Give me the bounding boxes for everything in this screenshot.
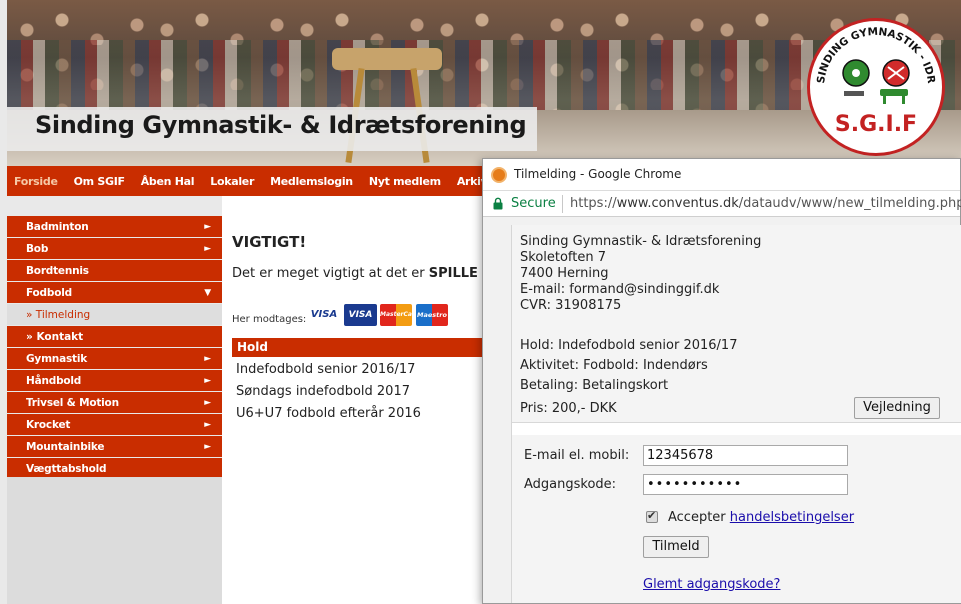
password-input[interactable]: •••••••••••: [643, 474, 848, 495]
hold-row[interactable]: Indefodbold senior 2016/17: [236, 362, 415, 377]
sidebar-item-trivsel-motion[interactable]: Trivsel & Motion ►: [7, 392, 222, 414]
address-separator: [562, 195, 563, 213]
sidebar-item-gymnastik[interactable]: Gymnastik ►: [7, 348, 222, 370]
accept-text: Accepter: [668, 510, 730, 525]
sidebar-item-label: Badminton: [26, 221, 89, 233]
hold-table-header: Hold: [232, 338, 492, 357]
sidebar-subitem-tilmelding[interactable]: » Tilmelding: [7, 304, 222, 326]
arrow-right-icon: ►: [204, 354, 211, 364]
betaling-info: Betaling: Betalingskort: [520, 378, 669, 393]
sidebar-background: [7, 477, 222, 604]
arrow-right-icon: ►: [204, 376, 211, 386]
url-scheme: https://: [570, 196, 617, 211]
hold-row[interactable]: Søndags indefodbold 2017: [236, 384, 410, 399]
page-heading: VIGTIGT!: [232, 233, 307, 251]
org-city: 7400 Herning: [520, 266, 609, 281]
pris-info: Pris: 200,- DKK: [520, 401, 617, 416]
sidebar: Badminton ► Bob ► Bordtennis Fodbold ▼ » Ti…: [7, 216, 222, 480]
registration-popup-window: Tilmelding - Google Chrome Secure https:…: [482, 158, 961, 604]
page: Sinding Gymnastik- & Idrætsforening SIND…: [0, 0, 961, 604]
nav-item-lokaler[interactable]: Lokaler: [210, 175, 254, 188]
org-name: Sinding Gymnastik- & Idrætsforening: [520, 234, 762, 249]
sidebar-item-label: Trivsel & Motion: [26, 397, 119, 409]
popup-body: Sinding Gymnastik- & Idrætsforening Skol…: [511, 225, 961, 603]
sidebar-item-label: Krocket: [26, 419, 71, 431]
secure-label: Secure: [511, 196, 556, 211]
email-mobile-input[interactable]: 12345678: [643, 445, 848, 466]
arrow-right-icon: ►: [204, 244, 211, 254]
main-content: VIGTIGT! Det er meget vigtigt at det er …: [222, 196, 492, 604]
url-host: www.conventus.dk: [616, 196, 739, 211]
sidebar-item-label: Håndbold: [26, 375, 82, 387]
sidebar-item-label: Gymnastik: [26, 353, 88, 365]
arrow-right-icon: ►: [204, 442, 211, 452]
tilmeld-button[interactable]: Tilmeld: [643, 536, 709, 558]
sidebar-item-label: Vægttabshold: [26, 463, 107, 475]
url-path: /dataudv/www/new_tilmelding.php?fo: [738, 196, 961, 211]
nav-item-nyt-medlem[interactable]: Nyt medlem: [369, 175, 441, 188]
sidebar-item-badminton[interactable]: Badminton ►: [7, 216, 222, 238]
accepted-cards-label: Her modtages:: [232, 314, 307, 325]
org-cvr: CVR: 31908175: [520, 298, 622, 313]
notice-text-prefix: Det er meget vigtigt at det er: [232, 266, 429, 281]
sidebar-item-label: Mountainbike: [26, 441, 105, 453]
sidebar-item-haandbold[interactable]: Håndbold ►: [7, 370, 222, 392]
maestro-card-icon: Maestro: [416, 304, 448, 326]
logo-initials: S.G.I.F: [835, 112, 917, 137]
email-label: E-mail el. mobil:: [524, 448, 630, 463]
nav-item-om-sgif[interactable]: Om SGIF: [74, 175, 125, 188]
hold-info: Hold: Indefodbold senior 2016/17: [520, 338, 738, 353]
popup-titlebar[interactable]: Tilmelding - Google Chrome: [483, 159, 960, 190]
org-street: Skoletoften 7: [520, 250, 607, 265]
aktivitet-info: Aktivitet: Fodbold: Indendørs: [520, 358, 708, 373]
popup-title: Tilmelding - Google Chrome: [514, 167, 682, 181]
nav-item-medlemslogin[interactable]: Medlemslogin: [270, 175, 353, 188]
org-email: E-mail: formand@sindinggif.dk: [520, 282, 720, 297]
arrow-down-icon: ▼: [204, 288, 211, 298]
visa-card-icon: VISA: [308, 304, 340, 326]
address-bar[interactable]: Secure https://www.conventus.dk/dataudv/…: [483, 190, 961, 217]
hold-row[interactable]: U6+U7 fodbold efterår 2016: [236, 406, 421, 421]
accept-terms-checkbox[interactable]: [646, 509, 658, 523]
sidebar-item-label: Fodbold: [26, 287, 72, 299]
lock-icon: [493, 197, 503, 210]
site-title[interactable]: Sinding Gymnastik- & Idrætsforening: [35, 111, 527, 139]
registration-info-box: Sinding Gymnastik- & Idrætsforening Skol…: [512, 225, 961, 423]
sidebar-item-bob[interactable]: Bob ►: [7, 238, 222, 260]
arrow-right-icon: ►: [204, 398, 211, 408]
sidebar-item-krocket[interactable]: Krocket ►: [7, 414, 222, 436]
url-text[interactable]: https://www.conventus.dk/dataudv/www/new…: [570, 196, 961, 211]
club-logo[interactable]: SINDING GYMNASTIK - IDRÆTSFORENING S.G.I…: [807, 18, 945, 156]
forgot-password-link[interactable]: Glemt adgangskode?: [643, 577, 780, 592]
nav-item-forside[interactable]: Forside: [14, 175, 58, 188]
mastercard-icon: MasterCard: [380, 304, 419, 326]
notice-text: Det er meget vigtigt at det er SPILLE: [232, 266, 478, 281]
notice-text-bold: SPILLE: [428, 266, 478, 281]
sidebar-item-fodbold[interactable]: Fodbold ▼: [7, 282, 222, 304]
visa-electron-card-icon: VISA: [344, 304, 377, 326]
vaulting-horse: [332, 48, 442, 70]
password-label: Adgangskode:: [524, 477, 617, 492]
login-form: E-mail el. mobil: 12345678 Adgangskode: …: [512, 435, 961, 603]
terms-link[interactable]: handelsbetingelser: [730, 510, 854, 525]
sidebar-subitem-kontakt[interactable]: » Kontakt: [7, 326, 222, 348]
accept-terms-label: Accepter handelsbetingelser: [668, 510, 854, 525]
logo-emblem-icon: SINDING GYMNASTIK - IDRÆTSFORENING S.G.I…: [810, 21, 937, 137]
logo-ring-text: SINDING GYMNASTIK - IDRÆTSFORENING: [810, 21, 937, 84]
vejledning-button[interactable]: Vejledning: [854, 397, 940, 419]
chrome-favicon-icon: [491, 167, 507, 183]
sidebar-item-mountainbike[interactable]: Mountainbike ►: [7, 436, 222, 458]
sidebar-item-label: Bordtennis: [26, 265, 89, 277]
arrow-right-icon: ►: [204, 222, 211, 232]
sidebar-item-bordtennis[interactable]: Bordtennis: [7, 260, 222, 282]
nav-item-aaben-hal[interactable]: Åben Hal: [141, 175, 195, 188]
arrow-right-icon: ►: [204, 420, 211, 430]
sidebar-item-label: Bob: [26, 243, 49, 255]
